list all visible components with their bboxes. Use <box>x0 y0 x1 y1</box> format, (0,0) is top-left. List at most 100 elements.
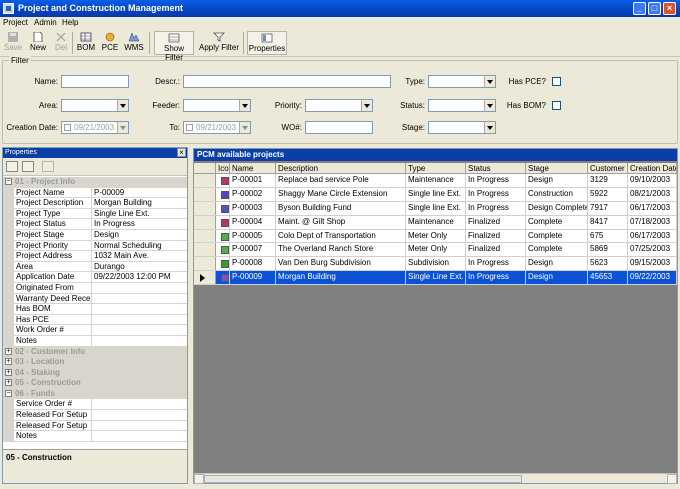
priority-select[interactable] <box>305 99 373 112</box>
property-value[interactable] <box>91 304 187 314</box>
property-value[interactable] <box>91 335 187 346</box>
collapse-icon[interactable]: − <box>5 178 12 185</box>
chevron-down-icon[interactable] <box>361 100 372 111</box>
date-enable-checkbox[interactable] <box>186 124 193 131</box>
property-row[interactable]: Notes <box>3 431 187 442</box>
row-indicator[interactable] <box>194 201 216 215</box>
property-row[interactable]: Project Description Morgan Building <box>3 198 187 209</box>
menu-admin[interactable]: Admin <box>34 18 57 27</box>
description-input[interactable] <box>183 75 391 88</box>
property-row[interactable]: Has PCE <box>3 314 187 326</box>
property-row[interactable]: Service Order # <box>3 399 187 411</box>
maximize-button[interactable]: □ <box>648 2 661 15</box>
property-row[interactable]: Originated From <box>3 282 187 294</box>
property-row[interactable]: Application Date 09/22/2003 12:00 PM <box>3 272 187 283</box>
property-category[interactable]: +02 - Customer Info <box>3 346 187 358</box>
alphabetical-icon[interactable] <box>22 161 34 172</box>
bom-button[interactable]: BOM <box>76 31 96 55</box>
area-select[interactable] <box>61 99 129 112</box>
column-description[interactable]: Description <box>276 163 406 174</box>
work-order-input[interactable] <box>305 121 373 134</box>
collapse-icon[interactable]: − <box>5 389 12 397</box>
table-row[interactable]: P-00001 Replace bad service Pole Maintenan… <box>194 174 677 188</box>
row-indicator[interactable] <box>194 174 216 187</box>
pce-button[interactable]: PCE <box>100 31 120 55</box>
row-indicator[interactable] <box>194 187 216 201</box>
name-input[interactable] <box>61 75 129 88</box>
status-select[interactable] <box>428 99 496 112</box>
property-value[interactable]: 1032 Main Ave. <box>91 251 187 261</box>
column-customer[interactable]: Customer <box>588 163 628 174</box>
property-value[interactable] <box>91 325 187 335</box>
table-row[interactable]: P-00008 Van Den Burg Subdivision Subdivisi… <box>194 257 677 272</box>
expand-icon[interactable]: + <box>5 358 12 366</box>
date-enable-checkbox[interactable] <box>64 124 71 131</box>
table-row[interactable]: P-00002 Shaggy Mane Circle Extension Singl… <box>194 187 677 202</box>
close-icon[interactable]: × <box>177 148 186 157</box>
menu-project[interactable]: Project <box>3 18 28 27</box>
property-value[interactable] <box>91 420 187 431</box>
expand-icon[interactable]: + <box>5 347 12 355</box>
property-value[interactable] <box>91 293 187 304</box>
chevron-down-icon[interactable] <box>239 100 250 111</box>
scroll-left-icon[interactable] <box>194 474 204 484</box>
property-category[interactable]: −01 - Project Info <box>3 177 187 188</box>
property-pages-icon[interactable] <box>42 161 54 172</box>
table-row[interactable]: P-00009 Morgan Building Single Line Ext. In… <box>194 271 677 286</box>
close-button[interactable]: × <box>663 2 676 15</box>
chevron-down-icon[interactable] <box>117 100 128 111</box>
row-indicator[interactable] <box>194 257 216 271</box>
to-date-picker[interactable]: 09/21/2003 <box>183 121 251 134</box>
property-row[interactable]: Area Durango <box>3 261 187 273</box>
delete-button[interactable]: Del <box>52 31 70 55</box>
row-indicator[interactable] <box>194 243 216 257</box>
property-row[interactable]: Project Type Single Line Ext. <box>3 208 187 220</box>
property-row[interactable]: Released For Setup By <box>3 420 187 432</box>
save-button[interactable]: Save <box>3 31 23 55</box>
property-row[interactable]: Released For Setup <box>3 410 187 421</box>
chevron-down-icon[interactable] <box>484 122 495 133</box>
property-value[interactable]: Durango <box>91 261 187 272</box>
stage-select[interactable] <box>428 121 496 134</box>
categorized-icon[interactable] <box>6 161 18 172</box>
property-row[interactable]: Project Stage Design <box>3 229 187 241</box>
row-indicator[interactable] <box>194 271 216 285</box>
property-value[interactable] <box>91 410 187 420</box>
property-row[interactable]: Project Address 1032 Main Ave. <box>3 251 187 262</box>
property-row[interactable]: Work Order # <box>3 325 187 336</box>
expand-icon[interactable]: + <box>5 368 12 376</box>
new-button[interactable]: New <box>28 31 48 55</box>
chevron-down-icon[interactable] <box>484 76 495 87</box>
scroll-right-icon[interactable] <box>667 474 677 484</box>
property-value[interactable]: P-00009 <box>91 187 187 198</box>
property-value[interactable] <box>91 282 187 293</box>
row-indicator[interactable] <box>194 215 216 229</box>
property-value[interactable] <box>91 431 187 441</box>
property-row[interactable]: Has BOM <box>3 304 187 315</box>
property-row[interactable]: Notes <box>3 335 187 347</box>
creation-date-picker[interactable]: 09/21/2003 <box>61 121 129 134</box>
type-select[interactable] <box>428 75 496 88</box>
property-value[interactable]: Design <box>91 229 187 240</box>
has-pce-checkbox[interactable] <box>552 77 561 86</box>
table-row[interactable]: P-00007 The Overland Ranch Store Meter Onl… <box>194 243 677 258</box>
property-value[interactable]: Morgan Building <box>91 198 187 208</box>
apply-filter-button[interactable]: Apply Filter <box>199 31 239 55</box>
property-value[interactable]: Normal Scheduling <box>91 240 187 251</box>
column-stage[interactable]: Stage <box>526 163 588 174</box>
show-filter-button[interactable]: Show Filter <box>154 31 194 62</box>
chevron-down-icon[interactable] <box>239 122 250 133</box>
menu-help[interactable]: Help <box>62 18 78 27</box>
column-ico[interactable]: Ico <box>216 163 230 174</box>
scroll-thumb[interactable] <box>204 475 522 483</box>
table-row[interactable]: P-00004 Maint. @ Gilt Shop Maintenance Fina… <box>194 215 677 230</box>
chevron-down-icon[interactable] <box>117 122 128 133</box>
property-value[interactable]: In Progress <box>91 219 187 229</box>
properties-button[interactable]: Properties <box>247 31 287 55</box>
property-row[interactable]: Warranty Deed Receiv <box>3 293 187 305</box>
property-row[interactable]: Project Name P-00009 <box>3 187 187 199</box>
minimize-button[interactable]: _ <box>633 2 646 15</box>
column-name[interactable]: Name <box>230 163 276 174</box>
has-bom-checkbox[interactable] <box>552 101 561 110</box>
wms-button[interactable]: WMS <box>123 31 145 55</box>
